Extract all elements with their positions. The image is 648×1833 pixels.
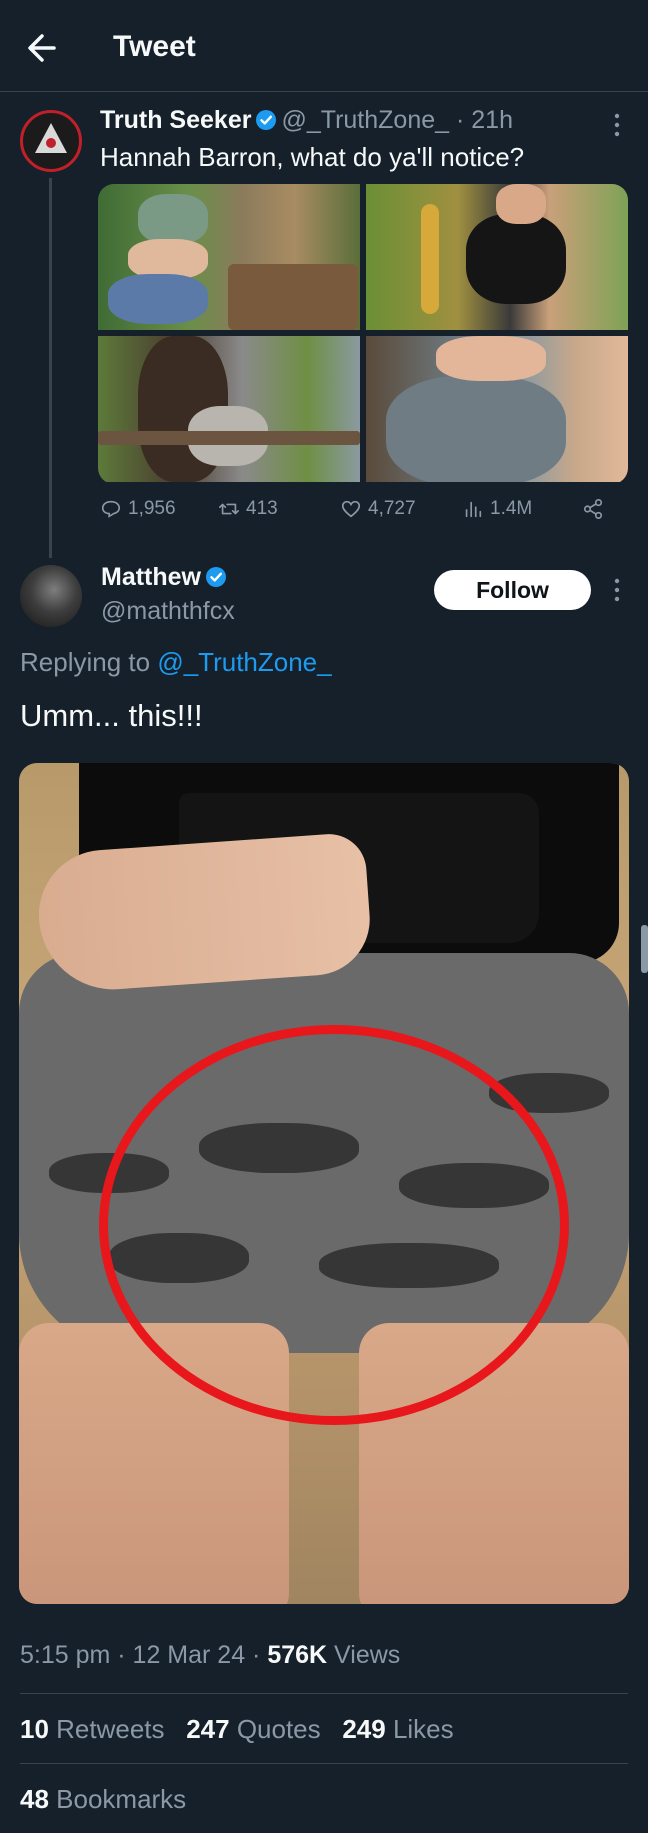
retweet-icon [219,503,239,515]
truth-logo-icon [35,123,67,153]
views-count: 1.4M [490,498,533,519]
reply-icon [101,500,121,518]
likes-count: 249 [342,1714,386,1744]
bookmarks-count: 48 [20,1784,49,1814]
share-button[interactable] [582,498,604,520]
views-label: Views [327,1641,401,1669]
author-handle[interactable]: @_TruthZone_ [281,106,449,134]
heart-icon [341,500,361,518]
media-photo[interactable] [366,336,628,482]
avatar[interactable] [20,565,82,627]
follow-button[interactable]: Follow [434,570,591,610]
media-photo[interactable] [19,763,629,1604]
quotes-stat[interactable]: 247 Quotes [186,1714,320,1744]
views-count: 576K [267,1641,328,1669]
bookmarks-label: Bookmarks [48,1784,187,1814]
like-count: 4,727 [368,498,416,519]
tweet-text: Hannah Barron, what do ya'll notice? [100,142,525,172]
media-photo[interactable] [98,336,360,482]
media-photo[interactable] [98,184,360,330]
tweet-text: Umm... this!!! [20,698,203,733]
likes-stat[interactable]: 249 Likes [342,1714,453,1744]
reply-count: 1,956 [128,498,176,519]
media-photo[interactable] [366,184,628,330]
bookmarks-stat[interactable]: 48 Bookmarks [20,1784,186,1815]
divider [20,1763,628,1764]
page-title: Tweet [113,30,196,63]
photo-hand [34,831,374,995]
retweet-button[interactable]: 413 [218,498,278,520]
top-bar: Tweet [0,0,648,92]
quotes-label: Quotes [229,1714,321,1744]
reply-button[interactable]: 1,956 [100,498,176,520]
media-grid[interactable] [98,184,628,484]
replying-handle-link[interactable]: @_TruthZone_ [157,647,331,677]
quoted-tweet-header: Truth Seeker @_TruthZone_ · 21h [100,106,513,135]
quotes-count: 247 [186,1714,230,1744]
retweets-stat[interactable]: 10 Retweets [20,1714,165,1744]
author-handle[interactable]: @maththfcx [101,597,235,626]
retweets-count: 10 [20,1714,49,1744]
divider [20,1693,628,1694]
share-icon [583,499,603,519]
replying-to: Replying to @_TruthZone_ [20,647,332,678]
retweet-count: 413 [246,498,278,519]
scrollbar[interactable] [641,925,648,973]
tweet-timestamp[interactable]: 5:15 pm · 12 Mar 24 · [20,1641,267,1669]
author-name-text: Matthew [101,563,201,591]
arrow-left-icon[interactable] [24,30,64,66]
tweet-time: · 21h [456,106,513,134]
tweet-meta: 5:15 pm · 12 Mar 24 · 576K Views [20,1641,400,1670]
more-options-icon[interactable] [610,577,624,603]
highlight-circle [99,1025,569,1425]
likes-label: Likes [385,1714,454,1744]
like-button[interactable]: 4,727 [340,498,416,520]
more-options-icon[interactable] [610,112,624,138]
views-button[interactable]: 1.4M [462,498,532,520]
verified-badge-icon [256,110,277,130]
verified-badge-icon [206,567,226,587]
tweet-actions: 1,956 413 4,727 1.4M [100,498,620,528]
author-name[interactable]: Matthew [101,563,231,592]
avatar[interactable] [20,110,82,172]
tweet-stats: 10 Retweets 247 Quotes 249 Likes [20,1714,454,1745]
retweets-label: Retweets [48,1714,165,1744]
replying-label: Replying to [20,647,151,677]
views-icon [465,501,482,518]
author-name[interactable]: Truth Seeker [100,106,251,134]
thread-line [49,178,52,558]
